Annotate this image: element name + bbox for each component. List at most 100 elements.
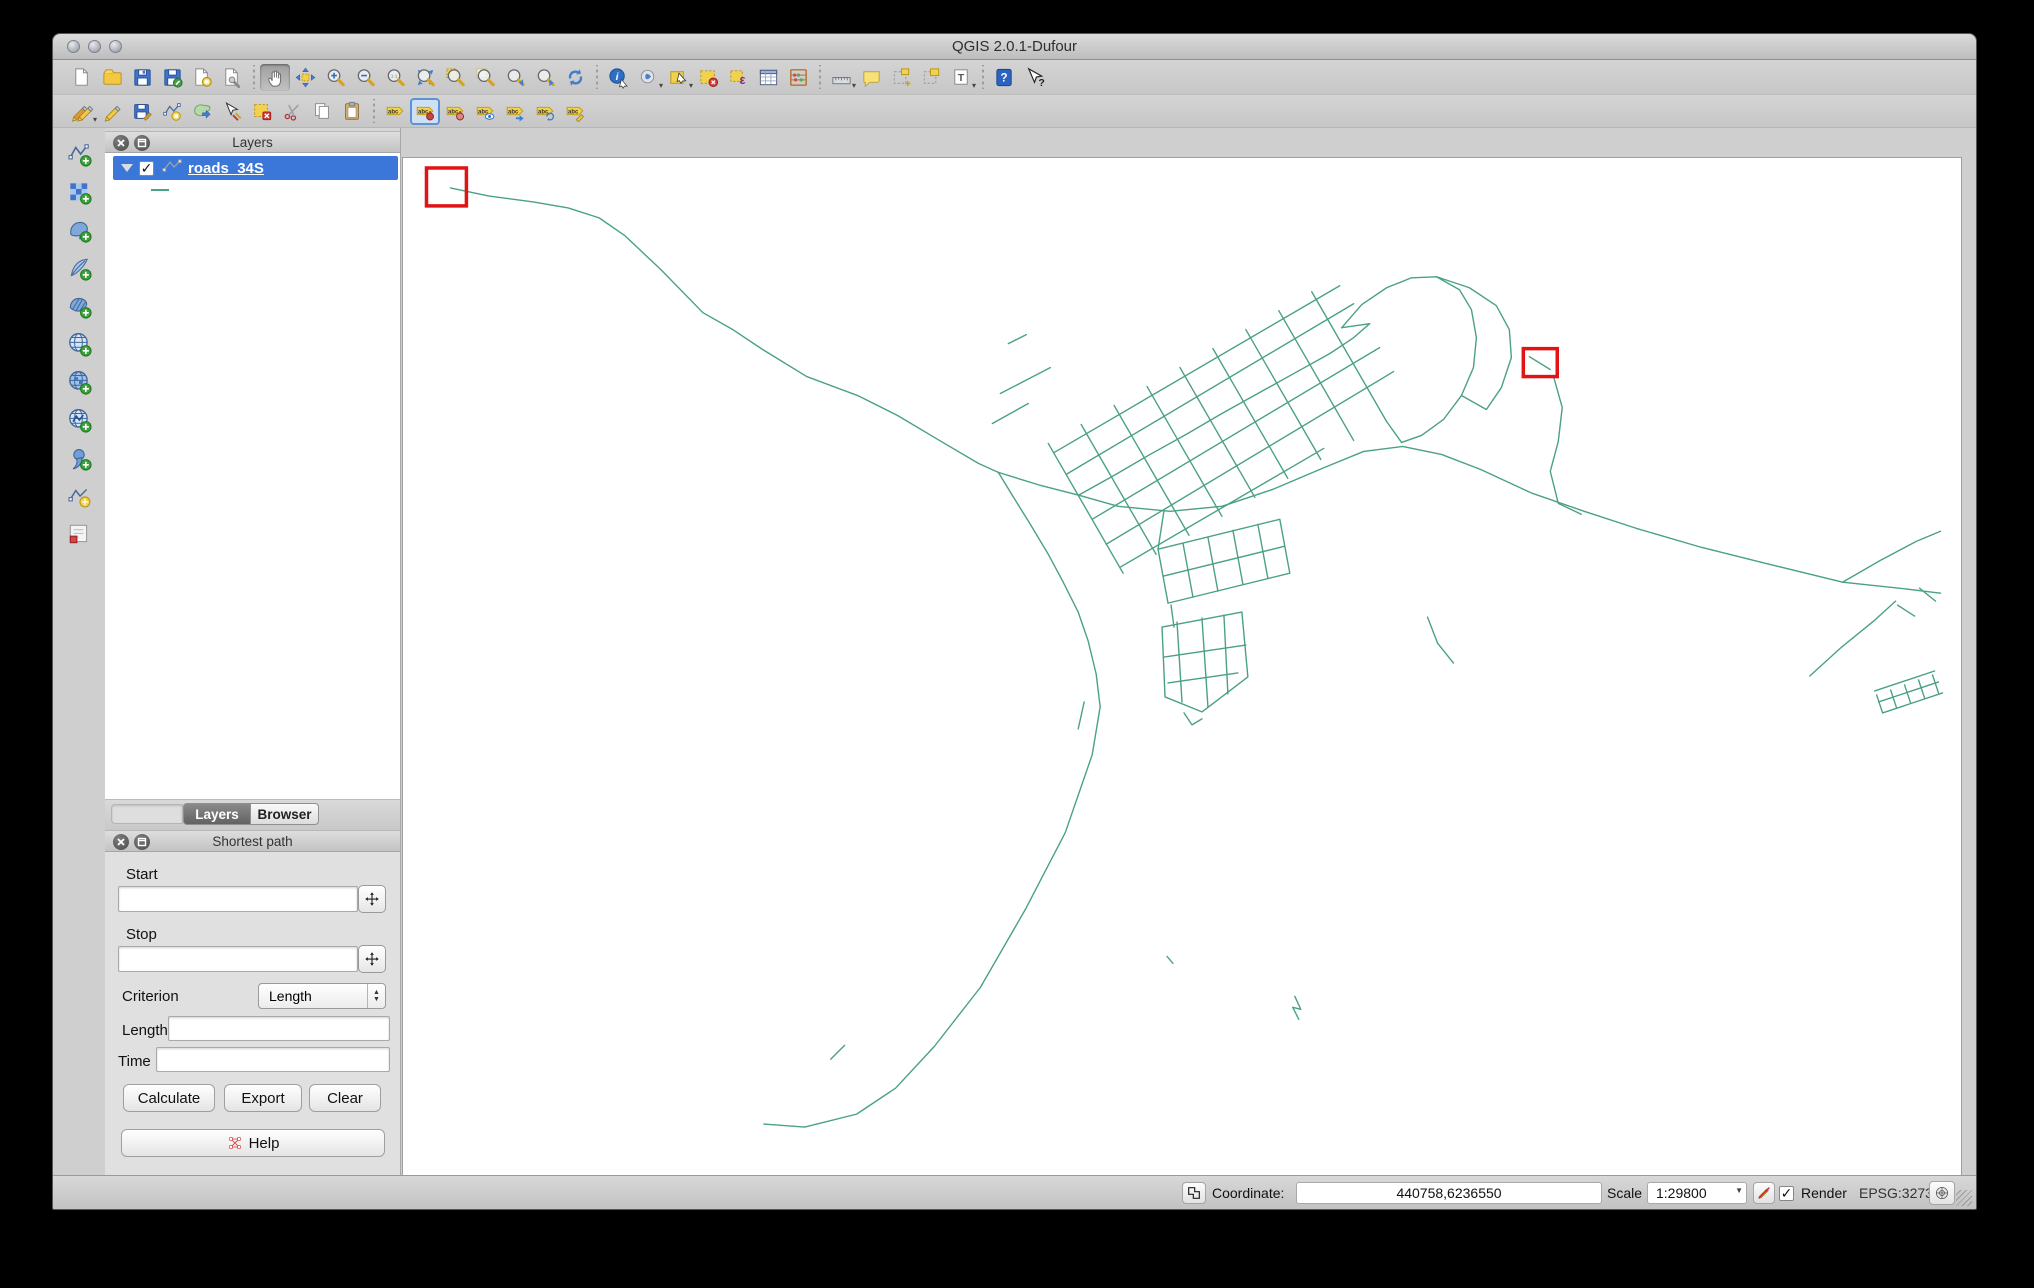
- calculate-button[interactable]: Calculate: [123, 1084, 215, 1112]
- stop-rendering-button[interactable]: [1753, 1182, 1775, 1204]
- change-label-button[interactable]: abc: [560, 98, 590, 125]
- new-print-composer-button[interactable]: [187, 64, 217, 91]
- run-feature-action-button[interactable]: ▾: [633, 64, 663, 91]
- cut-features-button[interactable]: [277, 98, 307, 125]
- copy-features-icon: [315, 103, 329, 119]
- map-tips-button[interactable]: [856, 64, 886, 91]
- add-delimited-text-layer-button[interactable]: [61, 444, 97, 472]
- capture-start-point-button[interactable]: [358, 885, 386, 913]
- layer-row-roads-34s[interactable]: ✓ roads_34S: [113, 156, 398, 180]
- clear-button[interactable]: Clear: [309, 1084, 381, 1112]
- help-contents-icon: ?: [995, 68, 1012, 86]
- layer-visibility-checkbox[interactable]: ✓: [139, 160, 154, 176]
- labeling-button[interactable]: abc: [380, 98, 410, 125]
- tab-browser[interactable]: Browser: [251, 803, 319, 825]
- show-hide-labels-icon: abc: [476, 106, 495, 120]
- zoom-native-button[interactable]: 1:1: [380, 64, 410, 91]
- change-label-icon: abc: [566, 106, 585, 122]
- rotate-label-button[interactable]: abc: [530, 98, 560, 125]
- zoom-to-layer-button[interactable]: [470, 64, 500, 91]
- add-feature-icon: [163, 103, 181, 121]
- new-spatialite-layer-button[interactable]: [61, 520, 97, 548]
- criterion-select[interactable]: Length ▲ ▼: [258, 983, 386, 1009]
- add-postgis-layer-button[interactable]: [61, 216, 97, 244]
- measure-line-icon: [831, 76, 851, 84]
- move-label-button[interactable]: abc: [500, 98, 530, 125]
- zoom-next-button[interactable]: [530, 64, 560, 91]
- zoom-to-selection-icon: [445, 67, 465, 86]
- show-hide-labels-button[interactable]: abc: [470, 98, 500, 125]
- save-layer-edits-button[interactable]: [127, 98, 157, 125]
- select-features-button[interactable]: ▾: [663, 64, 693, 91]
- zoom-out-button[interactable]: [350, 64, 380, 91]
- save-layer-edits-icon: [134, 104, 152, 121]
- start-input[interactable]: [118, 886, 358, 912]
- road-polyline: [1435, 276, 1513, 411]
- tab-layers[interactable]: Layers: [183, 803, 251, 825]
- select-by-expression-button[interactable]: ε: [723, 64, 753, 91]
- move-feature-button[interactable]: [187, 98, 217, 125]
- zoom-to-selection-button[interactable]: [440, 64, 470, 91]
- map-canvas[interactable]: [402, 157, 1962, 1176]
- new-bookmark-button[interactable]: [886, 64, 916, 91]
- pan-map-button[interactable]: [260, 63, 290, 91]
- add-mssql-layer-button[interactable]: [61, 292, 97, 320]
- help-contents-button[interactable]: ?: [989, 64, 1019, 91]
- composer-manager-button[interactable]: [217, 64, 247, 91]
- add-vector-layer-button[interactable]: [61, 140, 97, 168]
- current-edits-button[interactable]: ▾: [67, 98, 97, 125]
- coordinate-input[interactable]: 440758,6236550: [1296, 1182, 1602, 1204]
- resize-grip[interactable]: [1956, 1190, 1972, 1206]
- crs-status-button[interactable]: [1929, 1181, 1955, 1205]
- add-feature-button[interactable]: [157, 98, 187, 125]
- pin-labels-button[interactable]: abc: [410, 97, 440, 125]
- add-spatialite-layer-button[interactable]: [61, 254, 97, 282]
- refresh-map-button[interactable]: [560, 64, 590, 91]
- field-calculator-icon: [789, 68, 807, 86]
- save-project-button[interactable]: [127, 64, 157, 91]
- save-project-as-button[interactable]: [157, 64, 187, 91]
- time-output-field[interactable]: [156, 1047, 390, 1072]
- node-tool-button[interactable]: [217, 98, 247, 125]
- capture-stop-point-button[interactable]: [358, 945, 386, 973]
- toolbar-separator: [978, 65, 987, 89]
- text-annotation-button[interactable]: T ▾: [946, 64, 976, 91]
- new-spatialite-layer-icon: [69, 524, 88, 544]
- new-shapefile-layer-button[interactable]: [61, 482, 97, 510]
- toggle-editing-button[interactable]: [97, 98, 127, 125]
- measure-line-button[interactable]: ▾: [826, 64, 856, 91]
- copy-features-button[interactable]: [307, 98, 337, 125]
- add-wcs-layer-button[interactable]: [61, 368, 97, 396]
- zoom-last-button[interactable]: [500, 64, 530, 91]
- render-checkbox[interactable]: ✓: [1779, 1185, 1794, 1201]
- deselect-features-button[interactable]: [693, 64, 723, 91]
- paste-features-button[interactable]: [337, 98, 367, 125]
- pan-to-selection-button[interactable]: [290, 64, 320, 91]
- delete-selected-button[interactable]: [247, 98, 277, 125]
- svg-text:?: ?: [1038, 77, 1044, 89]
- open-project-button[interactable]: [97, 64, 127, 91]
- road-polyline: [1903, 684, 1912, 704]
- show-bookmarks-button[interactable]: [916, 64, 946, 91]
- zoom-in-button[interactable]: [320, 64, 350, 91]
- export-button[interactable]: Export: [224, 1084, 302, 1112]
- open-attribute-table-button[interactable]: [753, 64, 783, 91]
- zoom-full-button[interactable]: [410, 64, 440, 91]
- road-polyline: [1809, 600, 1897, 677]
- stop-input[interactable]: [118, 946, 358, 972]
- field-calculator-button[interactable]: [783, 64, 813, 91]
- new-project-button[interactable]: [67, 64, 97, 91]
- add-wfs-layer-button[interactable]: [61, 406, 97, 434]
- length-output-field[interactable]: [168, 1016, 390, 1041]
- highlight-pinned-labels-button[interactable]: abc: [440, 98, 470, 125]
- add-raster-layer-button[interactable]: [61, 178, 97, 206]
- scale-combobox[interactable]: 1:29800 ▼: [1647, 1182, 1747, 1204]
- help-button[interactable]: Help: [121, 1129, 385, 1157]
- road-polyline: [1176, 621, 1183, 703]
- layer-expand-arrow-icon[interactable]: [121, 164, 133, 172]
- add-wms-layer-button[interactable]: [61, 330, 97, 358]
- identify-features-button[interactable]: i: [603, 64, 633, 91]
- start-label: Start: [126, 866, 158, 883]
- mouse-position-toggle-button[interactable]: [1182, 1182, 1206, 1204]
- whats-this-button[interactable]: ?: [1019, 64, 1049, 91]
